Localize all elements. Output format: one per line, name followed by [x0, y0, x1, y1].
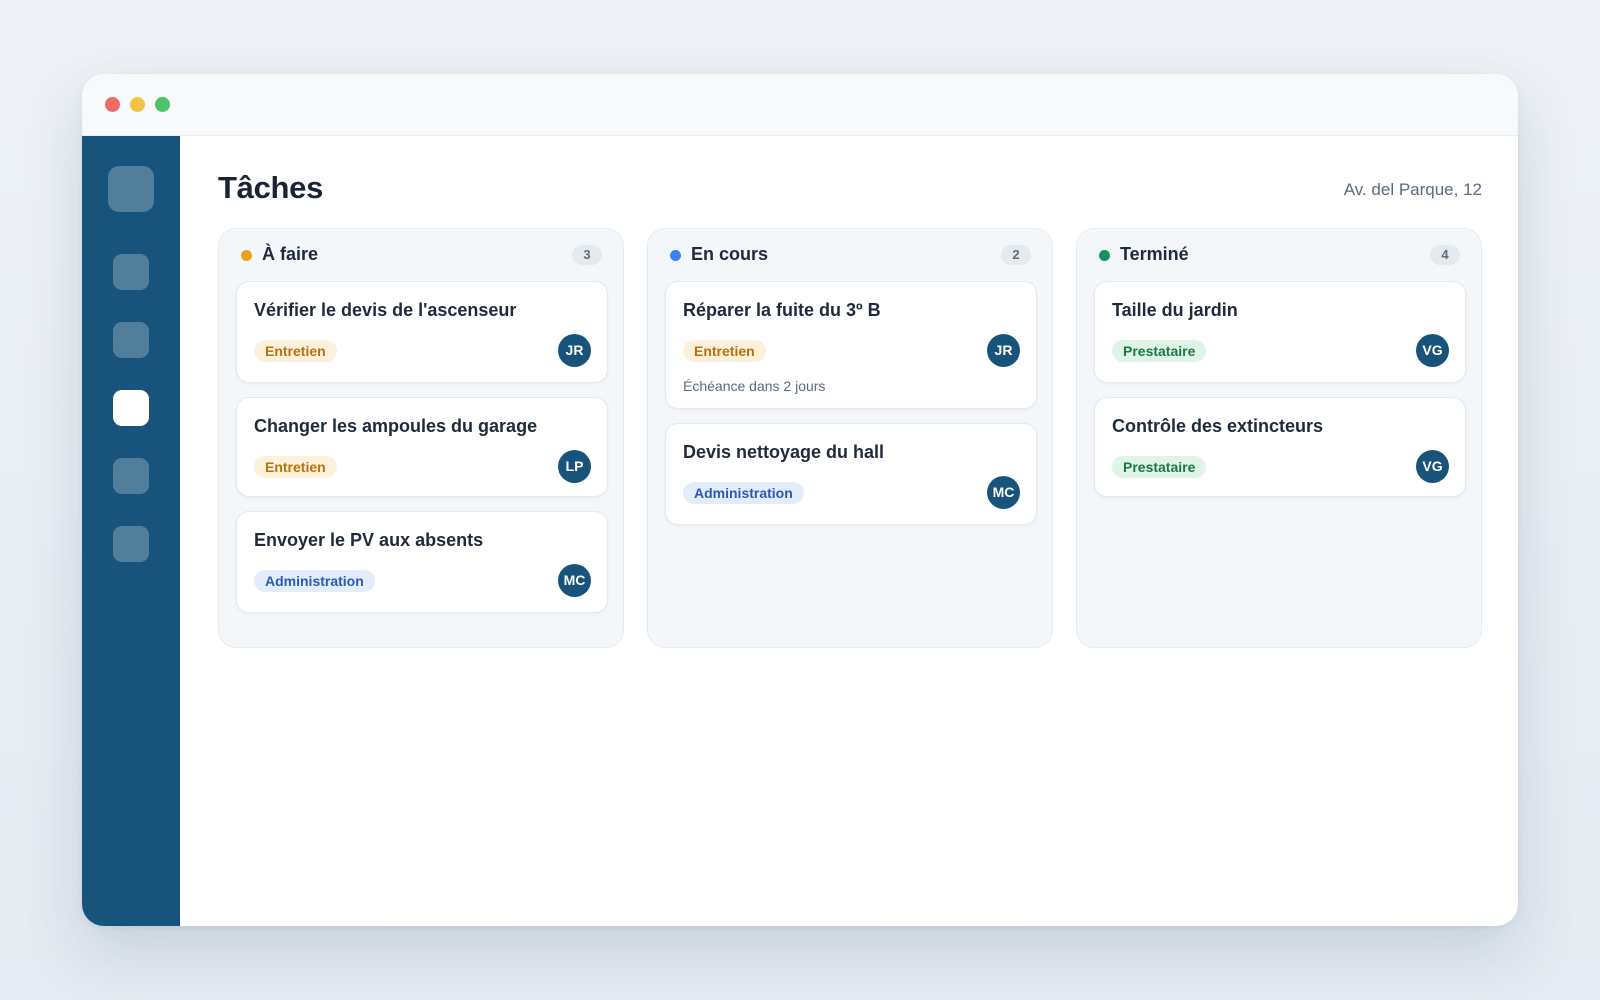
task-card[interactable]: Contrôle des extincteurs Prestataire VG: [1094, 397, 1466, 497]
task-card[interactable]: Vérifier le devis de l'ascenseur Entreti…: [236, 281, 608, 383]
app-window: Tâches Av. del Parque, 12 À faire 3 Véri…: [82, 74, 1518, 926]
sidebar: [82, 136, 180, 926]
page-title: Tâches: [218, 170, 324, 205]
status-dot: [241, 250, 252, 261]
assignee-avatar[interactable]: VG: [1416, 334, 1449, 367]
due-date-text: Échéance dans 2 jours: [683, 378, 826, 394]
category-tag: Prestataire: [1112, 456, 1207, 478]
task-title: Contrôle des extincteurs: [1112, 416, 1324, 436]
building-address: Av. del Parque, 12: [1343, 180, 1482, 199]
task-card[interactable]: Réparer la fuite du 3º B Entretien JR Éc…: [665, 281, 1037, 409]
task-title: Devis nettoyage du hall: [683, 442, 885, 462]
task-title: Taille du jardin: [1112, 300, 1238, 320]
maximize-window-button[interactable]: [155, 97, 170, 112]
category-tag: Administration: [683, 482, 804, 504]
column-count-badge: 2: [1001, 245, 1031, 265]
column-title: À faire: [262, 244, 319, 264]
category-tag: Administration: [254, 570, 375, 592]
category-tag: Entretien: [254, 340, 337, 362]
column-count-badge: 3: [572, 245, 602, 265]
logo: [108, 166, 154, 212]
task-title: Envoyer le PV aux absents: [254, 530, 484, 550]
column-title: Terminé: [1120, 244, 1189, 264]
minimize-window-button[interactable]: [130, 97, 145, 112]
main-content: Tâches Av. del Parque, 12 À faire 3 Véri…: [180, 136, 1518, 926]
task-card[interactable]: Envoyer le PV aux absents Administration…: [236, 511, 608, 613]
task-title: Changer les ampoules du garage: [254, 416, 538, 436]
assignee-avatar[interactable]: JR: [558, 334, 591, 367]
column-in-progress: En cours 2 Réparer la fuite du 3º B Entr…: [647, 228, 1053, 648]
column-todo: À faire 3 Vérifier le devis de l'ascense…: [218, 228, 624, 648]
column-title: En cours: [691, 244, 769, 264]
assignee-avatar[interactable]: LP: [558, 450, 591, 483]
column-done: Terminé 4 Taille du jardin Prestataire V…: [1076, 228, 1482, 648]
task-card[interactable]: Taille du jardin Prestataire VG: [1094, 281, 1466, 383]
category-tag: Entretien: [254, 456, 337, 478]
status-dot: [1099, 250, 1110, 261]
close-window-button[interactable]: [105, 97, 120, 112]
assignee-avatar[interactable]: JR: [987, 334, 1020, 367]
category-tag: Entretien: [683, 340, 766, 362]
task-title: Vérifier le devis de l'ascenseur: [254, 300, 517, 320]
task-card[interactable]: Devis nettoyage du hall Administration M…: [665, 423, 1037, 525]
documents-icon[interactable]: [113, 458, 149, 494]
column-count-badge: 4: [1430, 245, 1460, 265]
column-header: Terminé 4: [1077, 229, 1481, 281]
assignee-avatar[interactable]: MC: [558, 564, 591, 597]
assignee-avatar[interactable]: VG: [1416, 450, 1449, 483]
assignee-avatar[interactable]: MC: [987, 476, 1020, 509]
column-header: En cours 2: [648, 229, 1052, 281]
column-header: À faire 3: [219, 229, 623, 281]
category-tag: Prestataire: [1112, 340, 1207, 362]
task-title: Réparer la fuite du 3º B: [683, 300, 881, 320]
status-dot: [670, 250, 681, 261]
settings-icon[interactable]: [113, 526, 149, 562]
tasks-icon[interactable]: [113, 390, 149, 426]
building-icon[interactable]: [113, 322, 149, 358]
home-icon[interactable]: [113, 254, 149, 290]
title-bar: [82, 74, 1518, 136]
task-card[interactable]: Changer les ampoules du garage Entretien…: [236, 397, 608, 497]
